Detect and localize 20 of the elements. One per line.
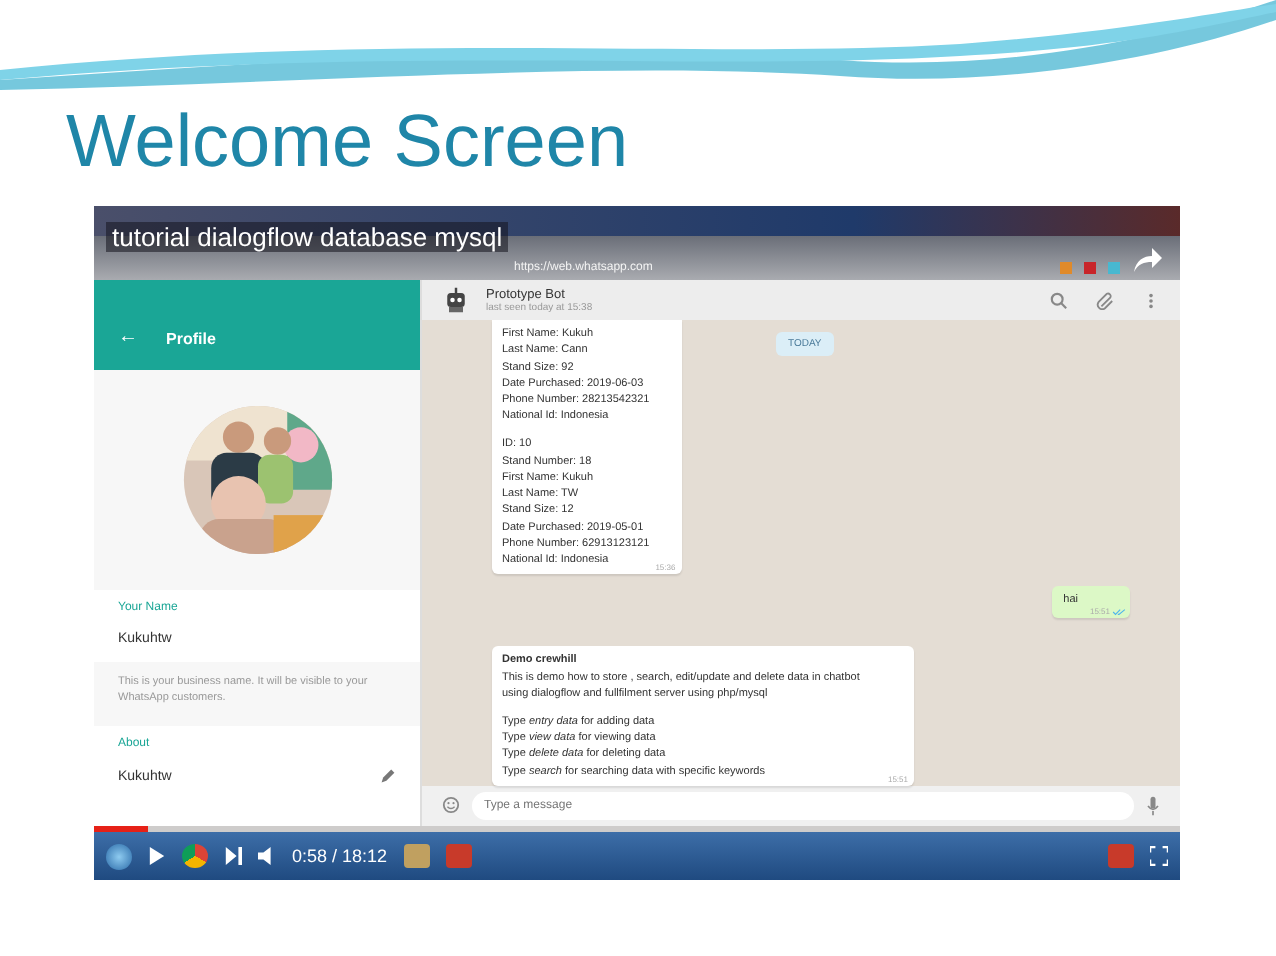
skip-icon[interactable] (224, 846, 242, 866)
start-icon[interactable] (106, 843, 132, 869)
video-time: 0:58 / 18:12 (292, 846, 388, 866)
emoji-icon[interactable] (442, 796, 460, 815)
play-icon[interactable] (148, 846, 166, 866)
volume-icon[interactable] (258, 846, 276, 866)
app-icon[interactable] (403, 844, 430, 868)
share-icon[interactable] (1132, 246, 1164, 274)
app-icon[interactable] (182, 844, 208, 868)
paperclip-icon[interactable] (1096, 291, 1114, 310)
microphone-icon[interactable] (1146, 795, 1160, 816)
video-title: tutorial dialogflow database mysql (106, 222, 509, 252)
search-icon[interactable] (1050, 291, 1068, 310)
double-check-icon (1112, 608, 1126, 617)
robot-icon (442, 286, 470, 315)
slide-title: Welcome Screen (64, 98, 631, 186)
fullscreen-icon[interactable] (1150, 846, 1168, 866)
profile-title: Profile (166, 330, 216, 348)
pencil-icon[interactable] (380, 768, 396, 784)
progress-track[interactable] (94, 826, 1180, 832)
